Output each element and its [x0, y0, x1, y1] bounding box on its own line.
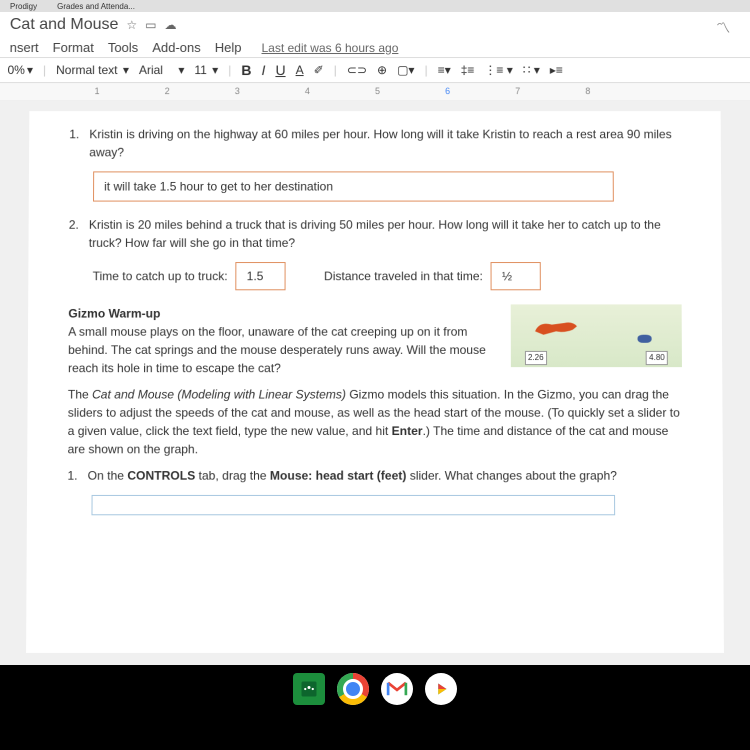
indent-button[interactable]: ▸≡	[550, 63, 563, 77]
menu-addons[interactable]: Add-ons	[152, 40, 201, 55]
q2-text: Kristin is 20 miles behind a truck that …	[89, 216, 682, 252]
q2a-input[interactable]: 1.5	[236, 262, 286, 290]
comment-button[interactable]: ⊕	[377, 63, 387, 77]
link-button[interactable]: ⊂⊃	[347, 63, 367, 77]
cloud-icon[interactable]: ☁	[165, 18, 177, 32]
browser-tabs: Prodigy Grades and Attenda...	[0, 0, 750, 12]
italic-button[interactable]: I	[262, 62, 266, 78]
bullet-button[interactable]: ∷ ▾	[523, 63, 540, 77]
q2a-label: Time to catch up to truck:	[93, 267, 228, 285]
document-area[interactable]: 1. Kristin is driving on the highway at …	[0, 101, 750, 673]
warmup-title: Gizmo Warm-up	[68, 304, 496, 322]
zoom-select[interactable]: 0% ▾	[8, 63, 33, 77]
menu-help[interactable]: Help	[215, 40, 242, 55]
image-button[interactable]: ▢▾	[397, 63, 414, 77]
answer-box-3[interactable]	[91, 495, 614, 515]
gmail-icon[interactable]	[381, 673, 413, 705]
doc-title[interactable]: Cat and Mouse	[10, 16, 119, 34]
gizmo-image: 2.26 4.80	[511, 304, 682, 367]
last-edit-link[interactable]: Last edit was 6 hours ago	[262, 41, 399, 55]
classroom-icon[interactable]	[293, 673, 325, 705]
q2b-input[interactable]: ½	[491, 262, 541, 290]
menu-insert[interactable]: nsert	[10, 40, 39, 55]
size-select[interactable]: 11 ▾	[194, 63, 218, 77]
q1-number: 1.	[69, 125, 79, 161]
menubar: nsert Format Tools Add-ons Help Last edi…	[0, 38, 750, 57]
page[interactable]: 1. Kristin is driving on the highway at …	[26, 111, 724, 653]
move-icon[interactable]: ▭	[145, 18, 156, 32]
q2-number: 2.	[69, 216, 79, 252]
style-select[interactable]: Normal text ▾	[56, 63, 129, 77]
spacing-button[interactable]: ‡≡	[461, 63, 475, 77]
toolbar: 0% ▾ | Normal text ▾ Arial ▾ 11 ▾ | B I …	[0, 57, 750, 83]
answer-box-1[interactable]: it will take 1.5 hour to get to her dest…	[93, 171, 613, 201]
font-select[interactable]: Arial ▾	[139, 63, 184, 77]
doc-titlebar: Cat and Mouse ☆ ▭ ☁ 〽	[0, 12, 750, 38]
bold-button[interactable]: B	[241, 62, 251, 78]
q3-text: On the CONTROLS tab, drag the Mouse: hea…	[88, 466, 617, 484]
cat-icon	[531, 315, 581, 340]
mouse-icon	[638, 335, 652, 343]
q3-number: 1.	[67, 466, 77, 484]
gizmo-description: The Cat and Mouse (Modeling with Linear …	[68, 385, 683, 458]
menu-format[interactable]: Format	[53, 40, 94, 55]
highlight-button[interactable]: ✐	[314, 63, 324, 77]
tab-prodigy[interactable]: Prodigy	[10, 1, 37, 10]
list-button[interactable]: ⋮≡ ▾	[484, 63, 512, 77]
textcolor-button[interactable]: A	[296, 63, 304, 77]
img-label-1: 2.26	[525, 351, 547, 365]
warmup-text: A small mouse plays on the floor, unawar…	[68, 323, 497, 378]
menu-tools[interactable]: Tools	[108, 40, 138, 55]
taskbar	[0, 665, 750, 750]
tab-grades[interactable]: Grades and Attenda...	[57, 1, 135, 10]
chrome-icon[interactable]	[337, 673, 369, 705]
play-icon[interactable]	[425, 673, 457, 705]
trend-icon[interactable]: 〽	[716, 18, 730, 38]
q1-text: Kristin is driving on the highway at 60 …	[89, 125, 681, 161]
ruler: 1 2 3 4 5 6 7 8	[0, 83, 750, 101]
star-icon[interactable]: ☆	[126, 18, 137, 32]
align-button[interactable]: ≡▾	[438, 63, 451, 77]
q2b-label: Distance traveled in that time:	[324, 267, 483, 285]
img-label-2: 4.80	[646, 351, 668, 365]
underline-button[interactable]: U	[275, 62, 285, 78]
